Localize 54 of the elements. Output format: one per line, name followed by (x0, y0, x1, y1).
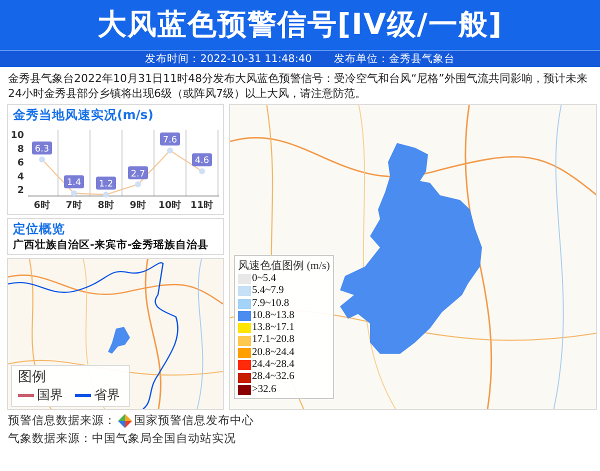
x-tick-label: 10时 (158, 200, 182, 210)
data-label: 1.4 (64, 175, 84, 188)
data-label: 4.6 (192, 153, 212, 166)
warning-description: 金秀县气象台2022年10月31日11时48分发布大风蓝色预警信号：受冷空气和台风“尼格”外围气流共同影响，预计未来24小时金秀县部分乡镇将出现6级（或阵风7级）以上大风，请注意防范。 (7, 71, 588, 102)
data-label: 1.4 (66, 178, 82, 188)
legend-label: 5.4~7.9 (252, 285, 284, 298)
source-label: 预警信息数据来源： (8, 413, 116, 428)
legend-label: 10.8~13.8 (252, 310, 294, 322)
legend-label: 省界 (94, 387, 120, 404)
data-label: 2.7 (128, 166, 148, 180)
data-point (71, 190, 77, 196)
data-label: 1.2 (98, 180, 114, 190)
chart-title: 金秀当地风速实况(m/s) (12, 106, 154, 124)
location-title: 定位概览 (12, 220, 66, 238)
data-point (135, 181, 141, 188)
legend-label: 国界 (37, 387, 63, 404)
weather-data-source: 气象数据来源：中国气象局全国自动站实况 (8, 431, 237, 446)
legend-label: >32.6 (252, 384, 276, 396)
data-point (199, 168, 205, 174)
legend-label: 0~5.4 (252, 273, 276, 286)
y-tick-label: 8 (17, 144, 24, 155)
publish-time: 发布时间：2022-10-31 11:48:40 (145, 52, 312, 66)
legend-label: 20.8~24.4 (252, 346, 294, 360)
y-tick-label: 10 (10, 130, 24, 141)
y-tick-label: 4 (17, 171, 24, 182)
data-point (103, 192, 109, 198)
legend-label: 17.1~20.8 (252, 334, 294, 347)
legend-label: 24.4~28.4 (252, 359, 294, 372)
data-label: 4.6 (194, 156, 210, 166)
y-tick-label: 6 (17, 158, 24, 169)
x-tick-label: 8时 (98, 200, 114, 210)
data-label: 2.7 (130, 169, 146, 180)
x-tick-label: 6时 (34, 200, 50, 210)
x-tick-label: 7时 (66, 200, 82, 210)
data-label: 7.6 (162, 136, 178, 146)
y-tick-label: 2 (17, 185, 24, 196)
legend-title: 图例 (18, 368, 47, 386)
location-path: 广西壮族自治区-来宾市-金秀瑶族自治县 (12, 238, 210, 253)
legend-label: 7.9~10.8 (252, 298, 290, 310)
legend-label: 28.4~32.6 (252, 371, 294, 384)
warning-title: 大风蓝色预警信号[IV级/一般] (97, 6, 503, 43)
data-point (167, 148, 173, 154)
data-point (39, 156, 45, 162)
legend-title: 风速色值图例 (m/s) (238, 259, 330, 273)
publisher: 发布单位：金秀县气象台 (334, 52, 455, 66)
data-label: 7.6 (160, 132, 180, 146)
legend-label: 13.8~17.1 (252, 322, 294, 334)
data-label: 1.2 (96, 176, 116, 190)
data-label: 6.3 (34, 144, 50, 154)
diamond-logo-icon (118, 414, 132, 428)
x-tick-label: 11时 (190, 200, 214, 210)
data-label: 6.3 (32, 142, 52, 154)
source-name: 国家预警信息发布中心 (134, 413, 254, 428)
x-tick-label: 9时 (130, 200, 146, 210)
